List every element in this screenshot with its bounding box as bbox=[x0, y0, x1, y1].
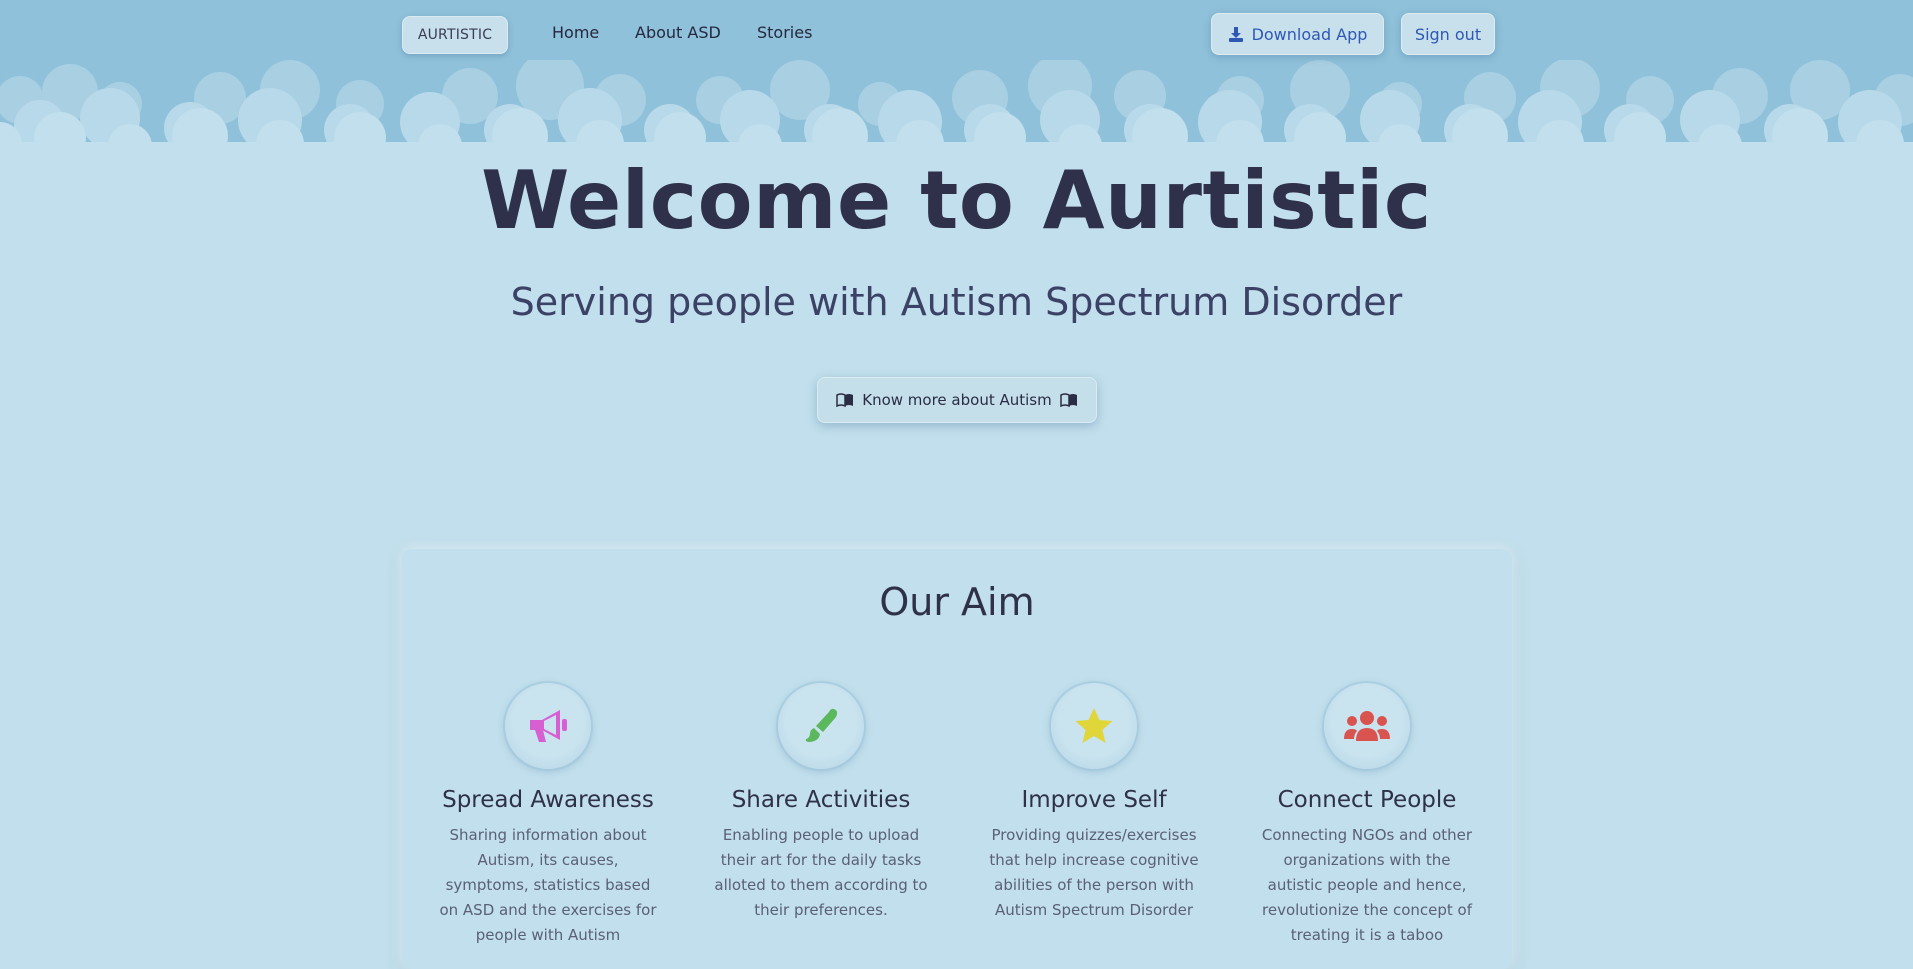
feature-connect-people: Connect People Connecting NGOs and other… bbox=[1247, 683, 1487, 948]
download-app-label: Download App bbox=[1251, 24, 1368, 44]
nav-link-home[interactable]: Home bbox=[552, 23, 599, 43]
our-aim-title: Our Aim bbox=[879, 580, 1035, 624]
hero-title: Welcome to Aurtistic bbox=[481, 154, 1432, 247]
feature-description: Providing quizzes/exercises that help in… bbox=[989, 826, 1199, 919]
feature-title: Share Activities bbox=[731, 787, 911, 813]
users-icon bbox=[1344, 711, 1390, 741]
paintbrush-icon bbox=[805, 708, 838, 742]
feature-icon-circle bbox=[1051, 683, 1137, 769]
feature-icon-circle bbox=[505, 683, 591, 769]
star-icon bbox=[1075, 708, 1113, 743]
know-more-label: Know more about Autism bbox=[862, 391, 1052, 409]
feature-icon-circle bbox=[1324, 683, 1410, 769]
feature-title: Spread Awareness bbox=[442, 787, 654, 813]
feature-improve-self: Improve Self Providing quizzes/exercises… bbox=[974, 683, 1214, 923]
feature-description: Connecting NGOs and other organizations … bbox=[1261, 826, 1473, 944]
feature-spread-awareness: Spread Awareness Sharing information abo… bbox=[428, 683, 668, 948]
download-app-button[interactable]: Download App bbox=[1211, 13, 1384, 55]
feature-title: Connect People bbox=[1277, 787, 1457, 813]
feature-icon-circle bbox=[778, 683, 864, 769]
hero-subtitle: Serving people with Autism Spectrum Diso… bbox=[510, 280, 1403, 324]
feature-title: Improve Self bbox=[1021, 787, 1167, 813]
feature-description: Sharing information about Autism, its ca… bbox=[439, 826, 657, 944]
top-navbar: AURTISTIC Home About ASD Stories Downloa… bbox=[0, 0, 1913, 70]
sign-out-button[interactable]: Sign out bbox=[1401, 13, 1495, 55]
nav-link-about-asd[interactable]: About ASD bbox=[635, 23, 721, 43]
brand-logo-button[interactable]: AURTISTIC bbox=[402, 16, 508, 54]
nav-link-stories[interactable]: Stories bbox=[757, 23, 812, 43]
download-icon bbox=[1228, 26, 1243, 42]
feature-description: Enabling people to upload their art for … bbox=[714, 826, 928, 919]
open-book-icon bbox=[836, 393, 854, 407]
open-book-icon bbox=[1059, 393, 1077, 407]
feature-share-activities: Share Activities Enabling people to uplo… bbox=[701, 683, 941, 923]
know-more-button[interactable]: Know more about Autism bbox=[817, 377, 1097, 423]
megaphone-icon bbox=[530, 710, 567, 742]
